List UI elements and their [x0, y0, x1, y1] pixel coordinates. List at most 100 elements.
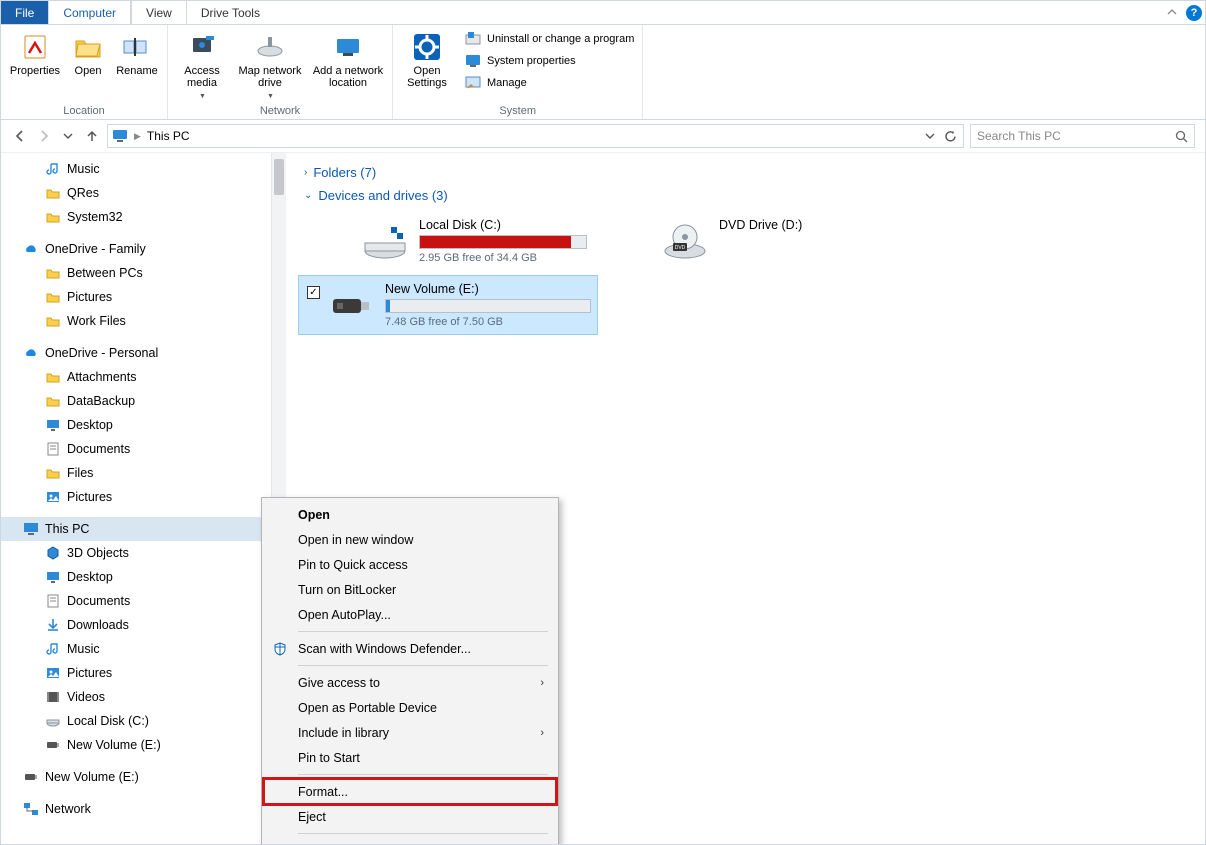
nav-desktop-2[interactable]: Desktop [1, 565, 274, 589]
uninstall-icon [465, 31, 481, 47]
nav-new-volume-1[interactable]: New Volume (E:) [1, 733, 274, 757]
ribbon-collapse-icon[interactable] [1161, 1, 1183, 24]
tab-view[interactable]: View [131, 1, 186, 24]
tab-drive-tools[interactable]: Drive Tools [186, 1, 274, 24]
videos-icon [45, 689, 61, 705]
ctx-eject[interactable]: Eject [264, 804, 556, 829]
nav-databackup[interactable]: DataBackup [1, 389, 274, 413]
nav-downloads[interactable]: Downloads [1, 613, 274, 637]
nav-forward-button[interactable] [35, 127, 53, 145]
nav-system32[interactable]: System32 [1, 205, 274, 229]
nav-music-2[interactable]: Music [1, 637, 274, 661]
ribbon-manage[interactable]: Manage [465, 73, 634, 93]
nav-pictures-1[interactable]: Pictures [1, 285, 274, 309]
ctx-defender[interactable]: Scan with Windows Defender... [264, 636, 556, 661]
ctx-give-access[interactable]: Give access to› [264, 670, 556, 695]
ribbon-sysprops-label: System properties [487, 55, 576, 67]
help-icon[interactable]: ? [1183, 1, 1205, 24]
ribbon-map-drive[interactable]: Map network drive▼ [236, 29, 304, 103]
nav-new-volume-2[interactable]: New Volume (E:) [1, 765, 274, 789]
ribbon-open-settings[interactable]: Open Settings [401, 29, 453, 89]
ctx-bitlocker[interactable]: Turn on BitLocker [264, 577, 556, 602]
ribbon-network-label: Network [176, 103, 384, 117]
drive-name: New Volume (E:) [385, 282, 591, 296]
nav-workfiles[interactable]: Work Files [1, 309, 274, 333]
nav-up-button[interactable] [83, 127, 101, 145]
address-bar[interactable]: ▶ This PC [107, 124, 964, 148]
usb-drive-icon [327, 282, 375, 328]
nav-files[interactable]: Files [1, 461, 274, 485]
context-menu: Open Open in new window Pin to Quick acc… [261, 497, 559, 844]
ribbon-open[interactable]: Open [69, 29, 107, 77]
ctx-open[interactable]: Open [264, 502, 556, 527]
ctx-autoplay[interactable]: Open AutoPlay... [264, 602, 556, 627]
address-history-dropdown[interactable] [921, 127, 939, 145]
ctx-portable-device[interactable]: Open as Portable Device [264, 695, 556, 720]
ribbon-uninstall[interactable]: Uninstall or change a program [465, 29, 634, 49]
nav-recent-dropdown[interactable] [59, 127, 77, 145]
nav-pictures-3[interactable]: Pictures [1, 661, 274, 685]
nav-3d-objects[interactable]: 3D Objects [1, 541, 274, 565]
dropdown-icon: ▼ [267, 91, 274, 103]
selection-checkbox[interactable]: ✓ [307, 286, 320, 299]
ctx-format[interactable]: Format... [264, 779, 556, 804]
ctx-pin-quick-access[interactable]: Pin to Quick access [264, 552, 556, 577]
address-bar-row: ▶ This PC Search This PC [1, 120, 1205, 153]
address-refresh-button[interactable] [941, 127, 959, 145]
nav-network[interactable]: Network [1, 797, 274, 821]
open-folder-icon [72, 31, 104, 63]
breadcrumb-separator-icon[interactable]: ▶ [134, 131, 141, 142]
ribbon-add-location-label: Add a network location [312, 65, 384, 89]
nav-back-button[interactable] [11, 127, 29, 145]
music-icon [45, 641, 61, 657]
chevron-down-icon: ⌄ [304, 190, 312, 201]
nav-documents-1[interactable]: Documents [1, 437, 274, 461]
folders-group-header[interactable]: › Folders (7) [304, 165, 1193, 180]
nav-videos[interactable]: Videos [1, 685, 274, 709]
onedrive-icon [23, 345, 39, 361]
submenu-arrow-icon: › [540, 727, 544, 739]
system-properties-icon [465, 53, 481, 69]
ribbon-properties[interactable]: Properties [9, 29, 61, 77]
drive-local-disk[interactable]: Local Disk (C:) 2.95 GB free of 34.4 GB [354, 211, 594, 271]
ribbon-rename[interactable]: Rename [115, 29, 159, 77]
folder-icon [45, 465, 61, 481]
document-icon [45, 441, 61, 457]
drives-group-header[interactable]: ⌄ Devices and drives (3) [304, 188, 1193, 203]
drive-new-volume[interactable]: ✓ New Volume (E:) 7.48 GB free of 7.50 G… [298, 275, 598, 335]
dvd-drive-icon: DVD [661, 218, 709, 264]
downloads-icon [45, 617, 61, 633]
nav-onedrive-personal[interactable]: OneDrive - Personal [1, 341, 274, 365]
nav-between-pcs[interactable]: Between PCs [1, 261, 274, 285]
ctx-open-new-window[interactable]: Open in new window [264, 527, 556, 552]
tab-computer[interactable]: Computer [48, 1, 131, 24]
ribbon-access-media[interactable]: Access media▼ [176, 29, 228, 103]
ctx-separator [298, 665, 548, 666]
nav-documents-2[interactable]: Documents [1, 589, 274, 613]
folder-icon [45, 369, 61, 385]
ribbon-system-properties[interactable]: System properties [465, 51, 634, 71]
nav-qres[interactable]: QRes [1, 181, 274, 205]
nav-desktop-1[interactable]: Desktop [1, 413, 274, 437]
dropdown-icon: ▼ [199, 91, 206, 103]
nav-music[interactable]: Music [1, 157, 274, 181]
scrollbar-thumb[interactable] [274, 159, 284, 195]
ctx-cut[interactable]: Cut [264, 838, 556, 844]
onedrive-icon [23, 241, 39, 257]
nav-pictures-2[interactable]: Pictures [1, 485, 274, 509]
nav-onedrive-family[interactable]: OneDrive - Family [1, 237, 274, 261]
nav-this-pc[interactable]: This PC [1, 517, 274, 541]
ctx-pin-start[interactable]: Pin to Start [264, 745, 556, 770]
ctx-include-library[interactable]: Include in library› [264, 720, 556, 745]
navigation-pane[interactable]: Music QRes System32 OneDrive - Family Be… [1, 153, 274, 825]
search-box[interactable]: Search This PC [970, 124, 1195, 148]
ribbon-tabs: File Computer View Drive Tools ? [1, 1, 1205, 25]
drive-dvd[interactable]: DVD DVD Drive (D:) [654, 211, 854, 271]
ribbon-add-location[interactable]: Add a network location [312, 29, 384, 89]
nav-local-disk[interactable]: Local Disk (C:) [1, 709, 274, 733]
breadcrumb-location[interactable]: This PC [147, 129, 190, 143]
tab-file[interactable]: File [1, 1, 48, 24]
ribbon: Properties Open Rename Location [1, 25, 1205, 120]
nav-attachments[interactable]: Attachments [1, 365, 274, 389]
folder-icon [45, 265, 61, 281]
